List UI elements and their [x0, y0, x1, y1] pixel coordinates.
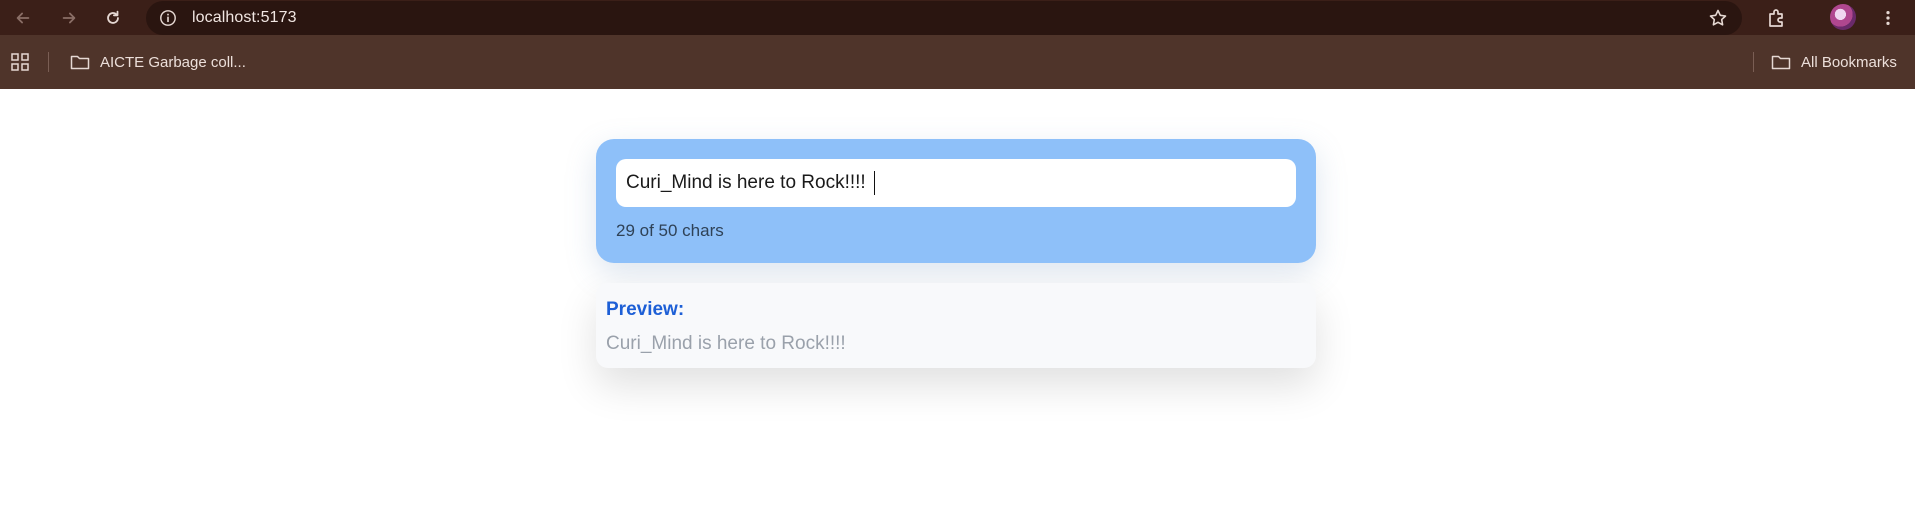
- forward-button[interactable]: [56, 5, 82, 31]
- reload-icon: [107, 10, 119, 24]
- extensions-icon[interactable]: [1765, 6, 1789, 30]
- text-caret: [874, 171, 875, 195]
- all-bookmarks-button[interactable]: All Bookmarks: [1771, 50, 1897, 74]
- folder-icon: [1771, 55, 1791, 70]
- address-bar[interactable]: localhost:5173: [146, 1, 1742, 35]
- browser-toolbar: localhost:5173: [0, 0, 1915, 35]
- apps-grid-icon[interactable]: [10, 52, 30, 72]
- browser-menu-button[interactable]: [1876, 6, 1900, 30]
- preview-text: Curi_Mind is here to Rock!!!!: [606, 333, 846, 354]
- back-button[interactable]: [10, 5, 36, 31]
- editor-card: 29 of 50 chars: [596, 139, 1316, 263]
- bookmarks-bar: AICTE Garbage coll... All Bookmarks: [0, 35, 1915, 89]
- char-counter: 29 of 50 chars: [616, 221, 724, 240]
- reload-button[interactable]: [100, 5, 126, 31]
- preview-title: Preview:: [606, 299, 685, 320]
- bookmarks-divider-right: [1753, 52, 1754, 72]
- bookmark-label: AICTE Garbage coll...: [100, 53, 246, 71]
- bookmarks-divider: [48, 52, 49, 72]
- arrow-left-icon: [16, 12, 30, 24]
- folder-icon: [70, 55, 90, 70]
- all-bookmarks-label: All Bookmarks: [1801, 53, 1897, 71]
- bookmark-star-icon[interactable]: [1708, 8, 1728, 28]
- url-text[interactable]: localhost:5173: [192, 9, 297, 27]
- text-input[interactable]: [616, 159, 1296, 207]
- profile-avatar[interactable]: [1830, 4, 1856, 30]
- arrow-right-icon: [62, 12, 76, 24]
- bookmark-folder-aicte[interactable]: AICTE Garbage coll...: [70, 50, 246, 74]
- preview-card: Preview: Curi_Mind is here to Rock!!!!: [596, 283, 1316, 368]
- more-vertical-icon: [1886, 10, 1890, 26]
- site-info-icon[interactable]: [158, 8, 178, 28]
